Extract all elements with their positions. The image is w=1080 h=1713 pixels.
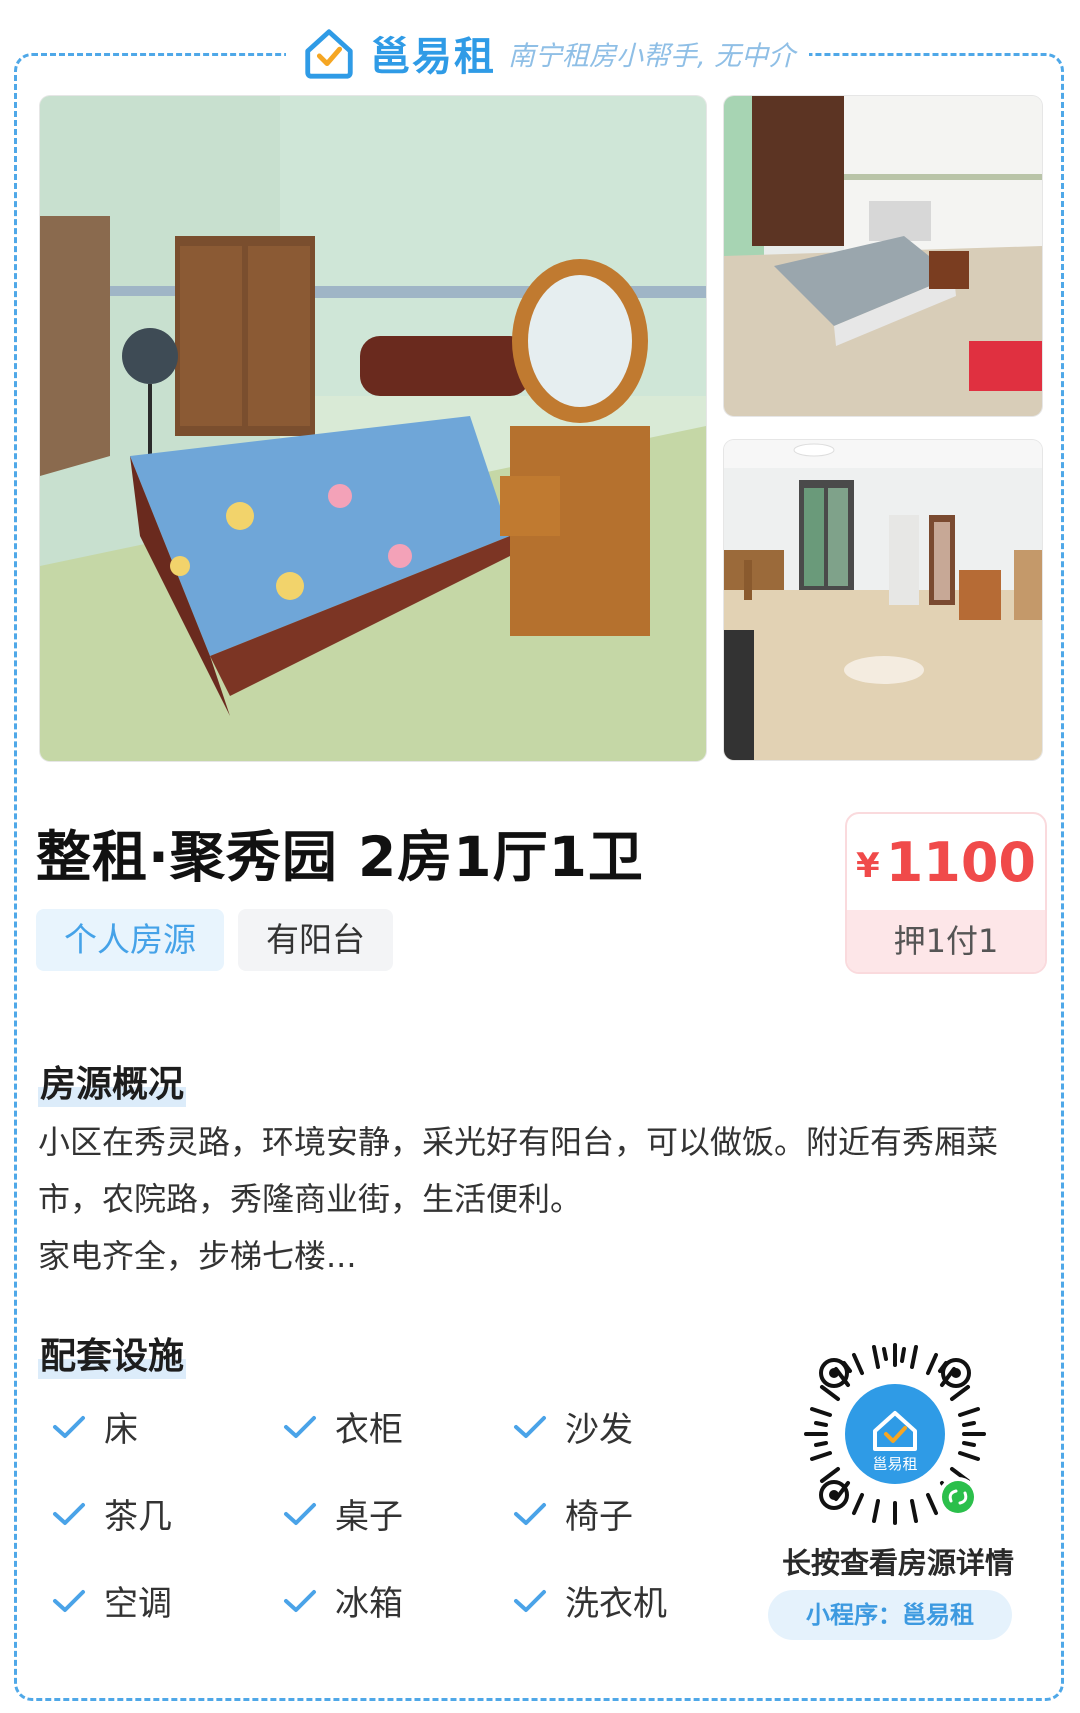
facility-item: 冰箱 [283, 1576, 403, 1625]
house-check-icon [305, 29, 353, 79]
listing-title: 整租·聚秀园 2房1厅1卫 [36, 825, 644, 889]
facility-item: 空调 [52, 1576, 172, 1625]
check-icon [514, 1502, 546, 1525]
check-icon [284, 1589, 316, 1612]
overview-line: 小区在秀灵路，环境安静，采光好有阳台，可以做饭。附近有秀厢菜市，农院路，秀隆商业… [38, 1123, 999, 1218]
bedroom-second-photo[interactable] [724, 96, 1042, 416]
qr-center-label: 邕易租 [872, 1455, 917, 1473]
listing-tags: 个人房源 有阳台 [36, 909, 393, 971]
brand-name: 邕易租 [370, 34, 496, 80]
living-room-photo[interactable] [724, 440, 1042, 760]
tag-personal-listing: 个人房源 [36, 909, 224, 971]
brand-slogan: 南宁租房小帮手, 无中介 [508, 40, 796, 72]
check-icon [53, 1415, 85, 1438]
currency-symbol: ¥ [856, 846, 880, 886]
bedroom-photo[interactable] [40, 96, 706, 761]
overview-heading: 房源概况 [38, 1055, 187, 1107]
check-icon [514, 1415, 546, 1438]
price-box: ¥ 1100 押1付1 [845, 812, 1047, 974]
overview-line: 家电齐全，步梯七楼... [38, 1237, 357, 1275]
facility-item: 衣柜 [283, 1402, 403, 1451]
payment-terms: 押1付1 [847, 910, 1045, 972]
check-icon [284, 1415, 316, 1438]
check-icon [53, 1589, 85, 1612]
facility-item: 洗衣机 [513, 1576, 667, 1625]
check-icon [53, 1502, 85, 1525]
facility-item: 床 [52, 1402, 138, 1451]
qr-caption: 长按查看房源详情 [781, 1546, 1014, 1580]
tag-balcony: 有阳台 [238, 909, 393, 971]
facility-item: 椅子 [513, 1489, 633, 1538]
facility-item: 桌子 [283, 1489, 403, 1538]
facilities-heading: 配套设施 [38, 1327, 187, 1379]
brand-header: 邕易租 南宁租房小帮手, 无中介 [286, 18, 810, 88]
price-value: ¥ 1100 [847, 814, 1045, 910]
check-icon [514, 1589, 546, 1612]
price-amount: 1100 [885, 830, 1036, 894]
facility-item: 茶几 [52, 1489, 172, 1538]
miniprogram-name-badge[interactable]: 小程序：邕易租 [768, 1590, 1012, 1640]
check-icon [284, 1502, 316, 1525]
facility-item: 沙发 [513, 1402, 633, 1451]
miniprogram-qr-code[interactable]: 邕易租 [796, 1335, 994, 1533]
overview-description: 小区在秀灵路，环境安静，采光好有阳台，可以做饭。附近有秀厢菜市，农院路，秀隆商业… [38, 1114, 1043, 1285]
